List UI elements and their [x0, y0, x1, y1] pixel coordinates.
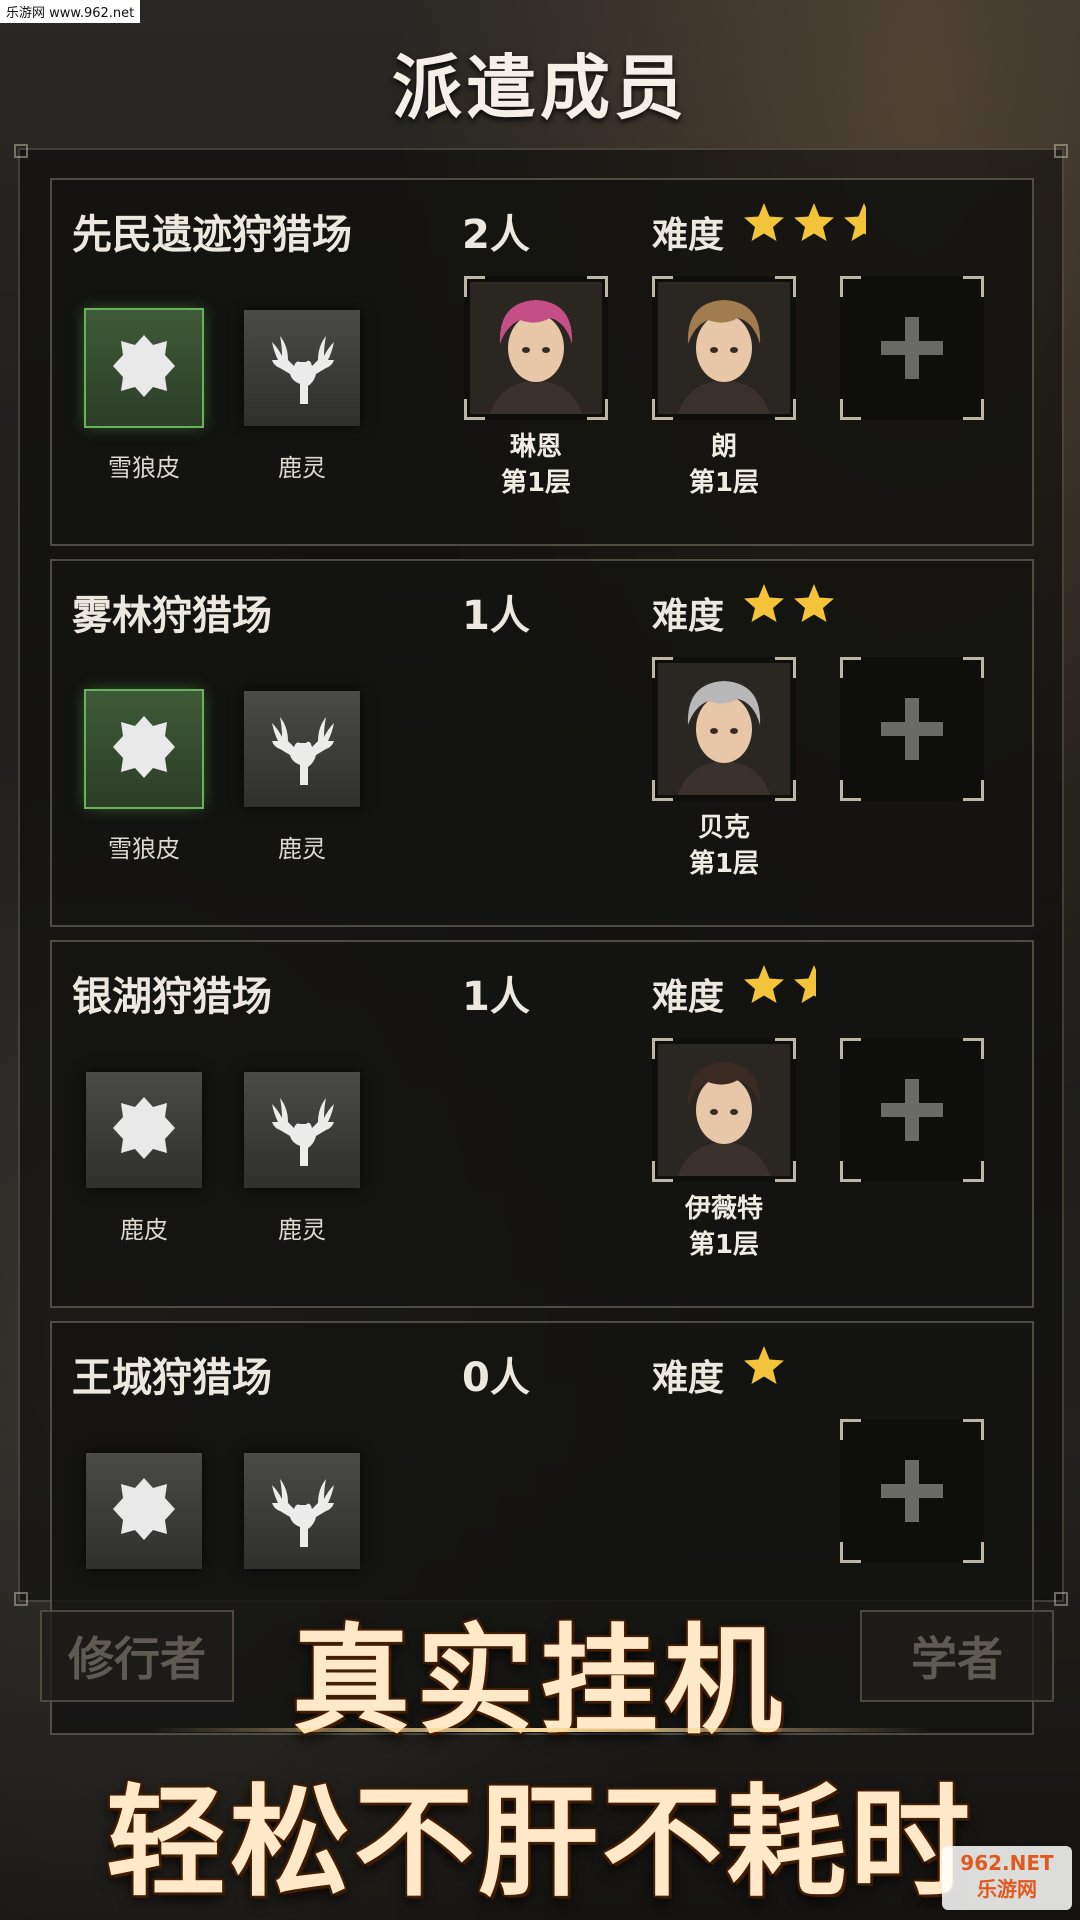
member-count: 1人 — [462, 593, 530, 639]
add-member-button[interactable] — [840, 1419, 984, 1563]
member-name: 贝克 — [697, 813, 750, 843]
hunting-ground-card[interactable]: 银湖狩猎场 1人 难度鹿皮 鹿灵 伊薇特第1层 — [50, 940, 1034, 1308]
watermark-top: 乐游网 www.962.net — [0, 0, 141, 23]
member-level: 第1层 — [500, 468, 572, 498]
ground-name: 雾林狩猎场 — [72, 593, 272, 639]
add-member-button[interactable] — [840, 1038, 984, 1182]
reward-item-label: 雪狼皮 — [108, 835, 180, 863]
difficulty-stars — [742, 581, 836, 629]
reward-item[interactable] — [86, 1072, 202, 1188]
member-count: 1人 — [462, 974, 530, 1020]
reward-item[interactable] — [244, 1453, 360, 1569]
reward-item[interactable] — [86, 1453, 202, 1569]
star-icon — [742, 962, 786, 1010]
reward-item-label: 雪狼皮 — [108, 454, 180, 482]
hunting-ground-card[interactable]: 先民遗迹狩猎场 2人 难度雪狼皮 鹿灵 琳恩第1层 朗第1层 — [50, 178, 1034, 546]
pelt-icon — [109, 1093, 179, 1167]
member-slot[interactable] — [652, 276, 796, 420]
slogan-divider — [150, 1728, 930, 1732]
add-member-button[interactable] — [840, 276, 984, 420]
difficulty-label: 难度 — [652, 215, 725, 256]
member-count: 0人 — [462, 1355, 530, 1401]
deer-icon — [262, 326, 342, 410]
star-icon — [792, 200, 836, 248]
add-member-button[interactable] — [840, 657, 984, 801]
half-star-icon — [842, 200, 886, 248]
member-slot[interactable] — [652, 1038, 796, 1182]
watermark-bottom-line2: 乐游网 — [977, 1877, 1037, 1901]
slogan-line-2: 轻松不肝不耗时 — [106, 1774, 974, 1913]
difficulty-stars — [742, 200, 886, 248]
deer-icon — [262, 707, 342, 791]
page-title: 派遣成员 — [392, 47, 688, 129]
hunting-ground-card[interactable]: 雾林狩猎场 1人 难度雪狼皮 鹿灵 贝克第1层 — [50, 559, 1034, 927]
watermark-bottom-line1: 962.NET — [960, 1851, 1054, 1875]
star-icon — [792, 581, 836, 629]
member-level: 第1层 — [688, 1230, 760, 1260]
ground-name: 先民遗迹狩猎场 — [72, 212, 352, 258]
reward-item-label: 鹿灵 — [278, 835, 326, 863]
pelt-icon — [109, 331, 179, 405]
member-count: 2人 — [462, 212, 530, 258]
reward-item[interactable] — [244, 691, 360, 807]
deer-icon — [262, 1088, 342, 1172]
member-level: 第1层 — [688, 468, 760, 498]
star-icon — [742, 1343, 786, 1391]
reward-item[interactable] — [244, 1072, 360, 1188]
difficulty-stars — [742, 1343, 786, 1391]
reward-item[interactable] — [86, 310, 202, 426]
pelt-icon — [109, 712, 179, 786]
star-icon — [742, 581, 786, 629]
difficulty-label: 难度 — [652, 1358, 725, 1399]
member-slot[interactable] — [652, 657, 796, 801]
difficulty-label: 难度 — [652, 977, 725, 1018]
difficulty-label: 难度 — [652, 596, 725, 637]
reward-item[interactable] — [244, 310, 360, 426]
member-slot[interactable] — [464, 276, 608, 420]
member-level: 第1层 — [688, 849, 760, 879]
member-name: 伊薇特 — [684, 1194, 763, 1224]
ground-name: 王城狩猎场 — [72, 1355, 272, 1401]
watermark-bottom: 962.NET 乐游网 — [942, 1846, 1072, 1910]
deer-icon — [262, 1469, 342, 1553]
ground-name: 银湖狩猎场 — [72, 974, 272, 1020]
member-name: 琳恩 — [509, 432, 562, 462]
reward-item-label: 鹿灵 — [278, 1216, 326, 1244]
half-star-icon — [792, 962, 836, 1010]
reward-item-label: 鹿皮 — [120, 1216, 168, 1244]
difficulty-stars — [742, 962, 836, 1010]
reward-item[interactable] — [86, 691, 202, 807]
pelt-icon — [109, 1474, 179, 1548]
member-name: 朗 — [710, 432, 737, 462]
star-icon — [742, 200, 786, 248]
reward-item-label: 鹿灵 — [278, 454, 326, 482]
